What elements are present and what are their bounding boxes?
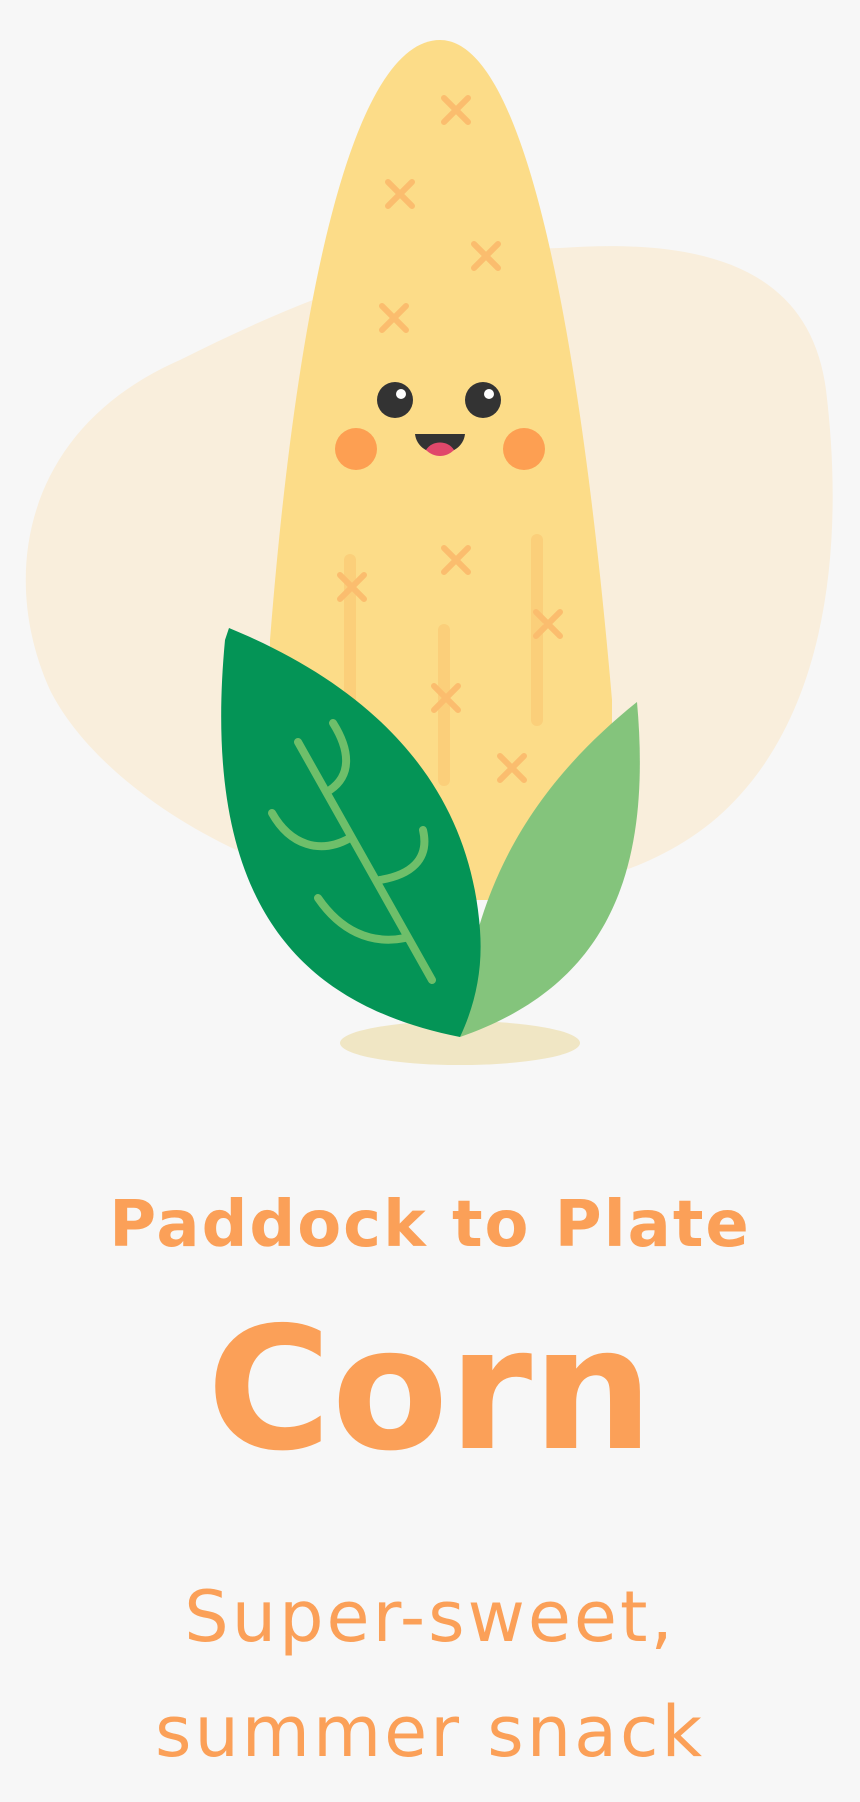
left-eye (377, 382, 413, 418)
hero-tagline-line2: summer snack (154, 1691, 706, 1773)
right-cheek (503, 428, 545, 470)
left-cheek (335, 428, 377, 470)
hero-subtitle: Paddock to Plate (109, 1188, 751, 1262)
hero-tagline-line1: Super-sweet, (184, 1576, 676, 1658)
corn-illustration (25, 40, 833, 1065)
right-eye (465, 382, 501, 418)
hero-title: Corn (206, 1291, 654, 1489)
hero-text: Paddock to Plate Corn Super-sweet, summe… (0, 1180, 860, 1790)
